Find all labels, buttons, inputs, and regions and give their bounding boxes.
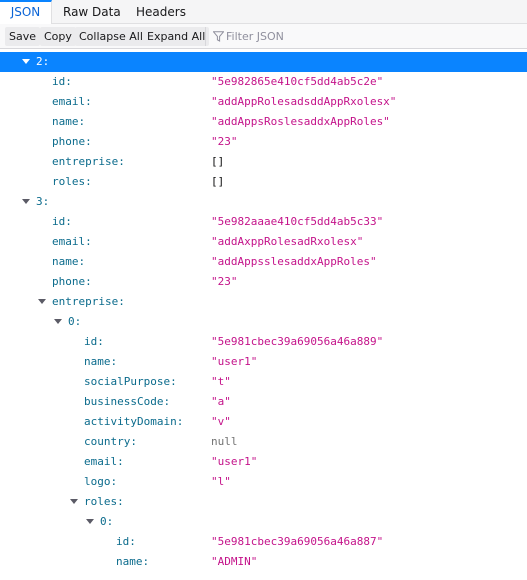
- tree-key: country:: [84, 435, 137, 448]
- tree-node-row[interactable]: entreprise:: [0, 292, 527, 312]
- tree-key: phone:: [52, 275, 92, 288]
- tree-value: "ADMIN": [211, 555, 258, 568]
- tree-property-row[interactable]: roles: []: [0, 172, 527, 192]
- tree-key: phone:: [52, 135, 92, 148]
- tree-value: "5e981cbec39a69056a46a889": [211, 335, 384, 348]
- tree-property-row[interactable]: email: "addAxppRolesadRxolesx": [0, 232, 527, 252]
- expand-all-button[interactable]: Expand All: [143, 27, 210, 46]
- tree-key: logo:: [84, 475, 118, 488]
- tree-property-row[interactable]: entreprise: []: [0, 152, 527, 172]
- tree-property-row[interactable]: id: "5e981cbec39a69056a46a889": [0, 332, 527, 352]
- tree-key: entreprise:: [52, 155, 125, 168]
- expand-arrow-icon[interactable]: [38, 299, 46, 304]
- tree-key: 2:: [36, 55, 50, 68]
- expand-arrow-icon[interactable]: [54, 319, 62, 324]
- tree-node-row[interactable]: roles:: [0, 492, 527, 512]
- tree-key: roles:: [52, 175, 92, 188]
- tree-node-row[interactable]: 0:: [0, 512, 527, 532]
- tree-value: "t": [211, 375, 231, 388]
- tree-key: name:: [52, 115, 86, 128]
- tree-key: 3:: [36, 195, 50, 208]
- tree-value: []: [211, 155, 225, 168]
- collapse-all-button[interactable]: Collapse All: [75, 27, 147, 46]
- tree-value: []: [211, 175, 225, 188]
- tree-value: null: [211, 435, 238, 448]
- copy-button[interactable]: Copy: [40, 27, 76, 46]
- tree-key: 0:: [100, 515, 114, 528]
- tree-property-row[interactable]: name: "ADMIN": [0, 552, 527, 572]
- tree-key: socialPurpose:: [84, 375, 177, 388]
- tree-property-row[interactable]: name: "user1": [0, 352, 527, 372]
- tree-key: email:: [84, 455, 124, 468]
- tree-value: "addAxppRolesadRxolesx": [211, 235, 364, 248]
- tree-node-row[interactable]: 2:: [0, 52, 527, 72]
- tree-value: "v": [211, 415, 231, 428]
- tree-value: "addAppsRoslesaddxAppRoles": [211, 115, 390, 128]
- tree-property-row[interactable]: country: null: [0, 432, 527, 452]
- tree-value: "5e982aaae410cf5dd4ab5c33": [211, 215, 384, 228]
- tree-node-row[interactable]: 0:: [0, 312, 527, 332]
- tree-value: "addAppRolesadsddAppRxolesx": [211, 95, 397, 108]
- tree-key: id:: [116, 535, 136, 548]
- tree-key: email:: [52, 95, 92, 108]
- expand-arrow-icon[interactable]: [22, 59, 30, 64]
- tree-property-row[interactable]: id: "5e981cbec39a69056a46a887": [0, 532, 527, 552]
- tree-value: "23": [211, 275, 238, 288]
- tree-key: id:: [84, 335, 104, 348]
- tree-value: "addAppsslesaddxAppRoles": [211, 255, 377, 268]
- tree-key: name:: [84, 355, 118, 368]
- filter-json-input[interactable]: [226, 27, 516, 46]
- save-button[interactable]: Save: [5, 27, 41, 46]
- tree-property-row[interactable]: phone: "23": [0, 132, 527, 152]
- tree-property-row[interactable]: name: "addAppsslesaddxAppRoles": [0, 252, 527, 272]
- tree-key: roles:: [84, 495, 124, 508]
- tree-property-row[interactable]: name: "addAppsRoslesaddxAppRoles": [0, 112, 527, 132]
- expand-arrow-icon[interactable]: [86, 519, 94, 524]
- tree-key: 0:: [68, 315, 82, 328]
- expand-arrow-icon[interactable]: [70, 499, 78, 504]
- tree-key: id:: [52, 215, 72, 228]
- tree-value: "a": [211, 395, 231, 408]
- tree-value: "5e981cbec39a69056a46a887": [211, 535, 384, 548]
- tree-property-row[interactable]: activityDomain: "v": [0, 412, 527, 432]
- tree-property-row[interactable]: businessCode: "a": [0, 392, 527, 412]
- tree-property-row[interactable]: email: "user1": [0, 452, 527, 472]
- tree-key: email:: [52, 235, 92, 248]
- filter-icon: [213, 31, 224, 42]
- toolbar-divider: [205, 27, 206, 46]
- tree-value: "user1": [211, 355, 258, 368]
- tab-headers[interactable]: Headers: [136, 0, 186, 24]
- tree-key: businessCode:: [84, 395, 171, 408]
- tab-bar: JSON Raw Data Headers: [0, 0, 527, 24]
- tree-node-row[interactable]: 3:: [0, 192, 527, 212]
- tree-property-row[interactable]: phone: "23": [0, 272, 527, 292]
- tab-raw-data[interactable]: Raw Data: [63, 0, 121, 24]
- tree-property-row[interactable]: socialPurpose: "t": [0, 372, 527, 392]
- tree-property-row[interactable]: logo: "l": [0, 472, 527, 492]
- tree-key: activityDomain:: [84, 415, 184, 428]
- expand-arrow-icon[interactable]: [22, 199, 30, 204]
- filter-box[interactable]: [210, 27, 520, 46]
- tree-key: entreprise:: [52, 295, 125, 308]
- tree-value: "5e982865e410cf5dd4ab5c2e": [211, 75, 384, 88]
- tree-value: "23": [211, 135, 238, 148]
- tree-value: "l": [211, 475, 231, 488]
- tree-property-row[interactable]: id: "5e982aaae410cf5dd4ab5c33": [0, 212, 527, 232]
- tree-key: name:: [52, 255, 86, 268]
- tree-property-row[interactable]: email: "addAppRolesadsddAppRxolesx": [0, 92, 527, 112]
- tree-key: name:: [116, 555, 150, 568]
- tree-property-row[interactable]: id: "5e982865e410cf5dd4ab5c2e": [0, 72, 527, 92]
- json-toolbar: Save Copy Collapse All Expand All: [0, 24, 527, 49]
- tree-value: "user1": [211, 455, 258, 468]
- tab-json[interactable]: JSON: [0, 0, 52, 24]
- tree-key: id:: [52, 75, 72, 88]
